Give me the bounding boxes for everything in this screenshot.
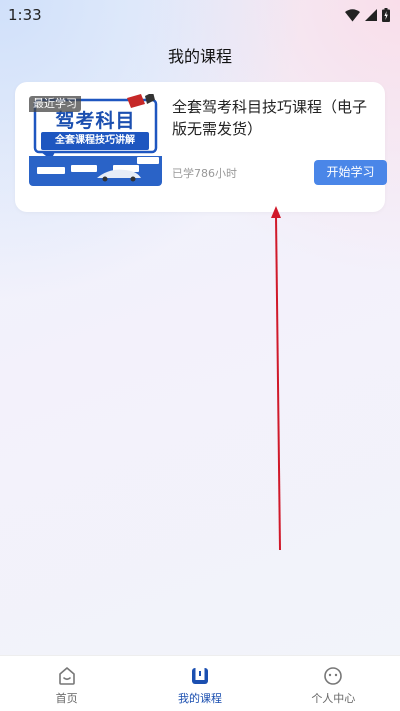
page-title: 我的课程 [167, 47, 232, 66]
signal-icon [365, 9, 377, 21]
course-card[interactable]: 驾考科目 全套课程技巧讲解 最近学习 全套驾考科目技巧课程（电子版无需发货） 已… [15, 82, 387, 212]
bottom-nav: 首页 我的课程 个人中心 [0, 655, 400, 711]
wifi-icon [345, 8, 360, 21]
start-learning-button[interactable]: 开始学习 [314, 160, 387, 185]
nav-item-home[interactable]: 首页 [0, 656, 133, 711]
annotation-arrow [271, 206, 281, 551]
nav-label-home: 首页 [55, 692, 78, 705]
nav-label-profile: 个人中心 [311, 692, 356, 705]
nav-item-my-courses[interactable]: 我的课程 [133, 656, 266, 711]
course-title[interactable]: 全套驾考科目技巧课程（电子版无需发货） [172, 96, 377, 140]
book-icon [191, 668, 208, 684]
battery-icon [382, 8, 390, 22]
status-time: 1:33 [8, 6, 42, 24]
recent-study-badge: 最近学习 [29, 96, 81, 112]
status-bar: 1:33 [0, 0, 400, 30]
home-icon [58, 667, 75, 685]
nav-label-my-courses: 我的课程 [177, 692, 222, 705]
profile-icon [324, 667, 343, 685]
nav-item-profile[interactable]: 个人中心 [267, 656, 400, 711]
status-icons [345, 8, 390, 22]
course-hours-studied: 已学786小时 [172, 167, 237, 180]
cover-subtitle: 全套课程技巧讲解 [41, 132, 149, 150]
